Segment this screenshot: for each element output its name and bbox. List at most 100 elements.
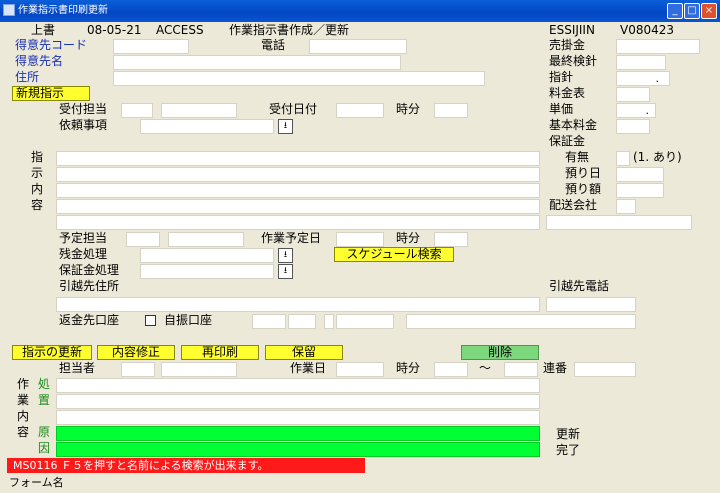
treatment-line-2[interactable]	[56, 394, 540, 409]
message-bar: MS0116 Ｆ５を押すと名前による検索が出来ます。	[7, 458, 365, 473]
receive-date-field[interactable]	[336, 103, 384, 118]
address-field[interactable]	[113, 71, 485, 86]
receiver-code-field[interactable]	[121, 103, 153, 118]
cause-line-1[interactable]	[56, 426, 540, 441]
auto-debit-checkbox[interactable]	[145, 315, 156, 326]
deposit-date-field[interactable]	[616, 167, 664, 182]
work-date-field[interactable]	[336, 362, 384, 377]
branch-code-field[interactable]	[288, 314, 316, 329]
base-fee-field[interactable]	[616, 119, 650, 134]
account-name-field[interactable]	[406, 314, 636, 329]
plan-time-label: 時分	[396, 231, 421, 245]
treatment-line-1[interactable]	[56, 378, 540, 393]
mode-label: 上書	[31, 23, 56, 37]
form-name-label: フォーム名	[9, 476, 64, 489]
balance-dropdown-icon[interactable]: ⭳	[278, 248, 293, 263]
window-title: 作業指示書印刷更新	[18, 5, 108, 16]
updated-label: 更新	[556, 427, 581, 441]
work-start-time-field[interactable]	[434, 362, 468, 377]
plan-time-field[interactable]	[434, 232, 468, 247]
plan-person-code-field[interactable]	[126, 232, 160, 247]
cause-char-1: 原	[38, 425, 51, 439]
deposit-amount-field[interactable]	[616, 183, 664, 198]
request-field[interactable]	[140, 119, 274, 134]
moving-address-field[interactable]	[56, 297, 540, 312]
status-bar: フォーム名	[3, 474, 717, 490]
proc-char-2: 置	[38, 393, 51, 407]
customer-code-label: 得意先コード	[15, 38, 88, 52]
modify-content-button[interactable]: 内容修正	[97, 345, 175, 360]
receive-time-field[interactable]	[434, 103, 468, 118]
phone-label: 電話	[261, 38, 286, 52]
cause-line-2[interactable]	[56, 442, 540, 457]
app-icon	[3, 4, 15, 16]
work-side-char-4: 容	[17, 425, 30, 439]
delete-button[interactable]: 削除	[461, 345, 539, 360]
work-person-name-field[interactable]	[161, 362, 237, 377]
plan-person-name-field[interactable]	[168, 232, 244, 247]
deposit-proc-field[interactable]	[140, 264, 274, 279]
instruction-char-1: 指	[31, 150, 44, 164]
work-time-label: 時分	[396, 361, 421, 375]
delivery-company-code-field[interactable]	[616, 199, 636, 214]
receiver-name-field[interactable]	[161, 103, 237, 118]
new-instruction-button[interactable]: 新規指示	[12, 86, 90, 101]
schedule-search-button[interactable]: スケジュール検索	[334, 247, 454, 262]
completed-label: 完了	[556, 443, 581, 457]
instruction-line-1[interactable]	[56, 151, 540, 166]
rate-table-field[interactable]	[616, 87, 650, 102]
balance-label: 残金処理	[59, 247, 108, 261]
deposit-has-field[interactable]	[616, 151, 630, 166]
balance-field[interactable]	[140, 248, 274, 263]
customer-name-field[interactable]	[113, 55, 401, 70]
moving-phone-field[interactable]	[546, 297, 636, 312]
app-label: ACCESS	[156, 23, 204, 37]
delivery-company-label: 配送会社	[549, 198, 598, 212]
instruction-char-4: 容	[31, 198, 44, 212]
work-person-code-field[interactable]	[121, 362, 155, 377]
receivable-label: 売掛金	[549, 38, 586, 52]
update-instruction-button[interactable]: 指示の更新	[12, 345, 92, 360]
plan-date-field[interactable]	[336, 232, 384, 247]
meter-field[interactable]: .	[616, 71, 670, 86]
account-number-field[interactable]	[336, 314, 394, 329]
instruction-char-3: 内	[31, 182, 44, 196]
work-end-time-field[interactable]	[504, 362, 538, 377]
instruction-line-3[interactable]	[56, 183, 540, 198]
deposit-has-hint: (1. あり)	[633, 150, 682, 164]
unit-price-label: 単価	[549, 102, 574, 116]
last-reading-field[interactable]	[616, 55, 666, 70]
date-label: 08-05-21	[87, 23, 142, 37]
instruction-line-2[interactable]	[56, 167, 540, 182]
deposit-has-label: 有無	[565, 150, 590, 164]
delivery-company-name-field[interactable]	[546, 215, 692, 230]
hold-button[interactable]: 保留	[265, 345, 343, 360]
screen-title: 作業指示書作成／更新	[229, 23, 350, 37]
customer-code-field[interactable]	[113, 39, 189, 54]
phone-field[interactable]	[309, 39, 407, 54]
request-dropdown-icon[interactable]: ⭳	[278, 119, 293, 134]
bank-code-field[interactable]	[252, 314, 286, 329]
seq-field[interactable]	[574, 362, 636, 377]
instruction-line-4[interactable]	[56, 199, 540, 214]
customer-name-label: 得意先名	[15, 54, 64, 68]
minimize-button[interactable]: _	[667, 3, 683, 19]
work-side-char-3: 内	[17, 409, 30, 423]
receivable-field[interactable]	[616, 39, 700, 54]
work-side-char-2: 業	[17, 393, 30, 407]
request-label: 依頼事項	[59, 118, 108, 132]
address-label: 住所	[15, 70, 40, 84]
instruction-line-5[interactable]	[56, 215, 540, 230]
reprint-button[interactable]: 再印刷	[181, 345, 259, 360]
last-reading-label: 最終検針	[549, 54, 598, 68]
deposit-proc-dropdown-icon[interactable]: ⭳	[278, 264, 293, 279]
deposit-proc-label: 保証金処理	[59, 263, 120, 277]
close-button[interactable]: ×	[701, 3, 717, 19]
version-label: V080423	[620, 23, 675, 37]
receive-time-label: 時分	[396, 102, 421, 116]
account-type-field[interactable]	[324, 314, 334, 329]
maximize-button[interactable]: □	[684, 3, 700, 19]
deposit-date-label: 預り日	[565, 166, 602, 180]
treatment-line-3[interactable]	[56, 410, 540, 425]
unit-price-field[interactable]: .	[616, 103, 656, 118]
